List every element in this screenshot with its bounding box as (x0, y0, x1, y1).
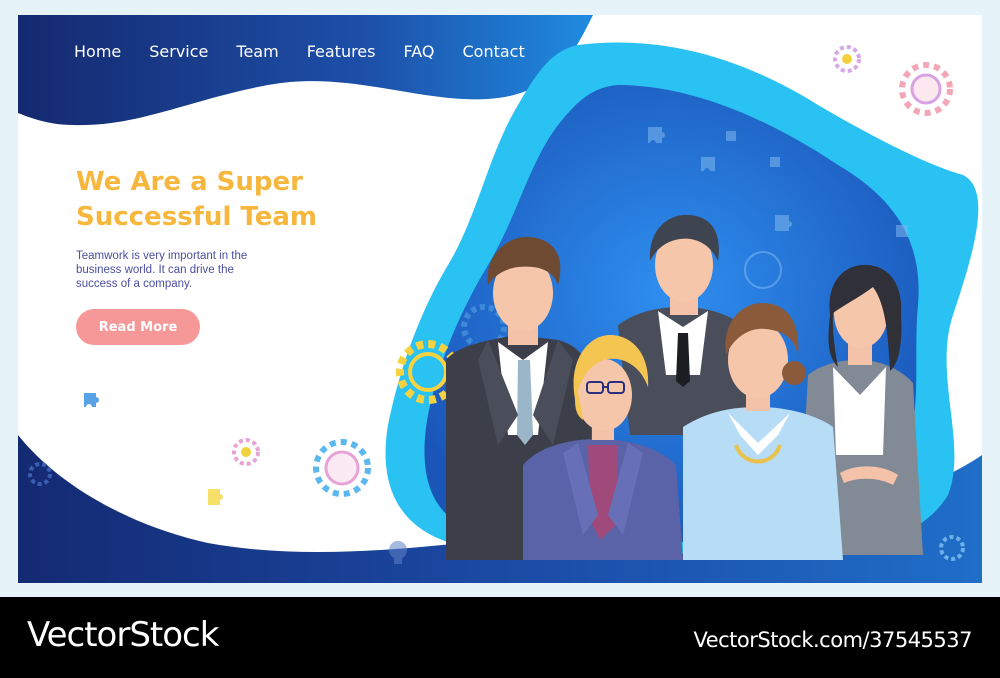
gear-icon (313, 439, 371, 497)
nav-faq[interactable]: FAQ (403, 42, 434, 61)
stock-id: VectorStock.com/37545537 (693, 628, 972, 652)
gear-icon (833, 45, 861, 73)
header-wave (18, 15, 593, 126)
hero-description: Teamwork is very important in the busine… (76, 249, 276, 291)
read-more-button[interactable]: Read More (76, 309, 200, 345)
nav-home[interactable]: Home (74, 42, 121, 61)
nav-team[interactable]: Team (236, 42, 278, 61)
vectorstock-logo: VectorStock (27, 615, 219, 655)
puzzle-piece-icon (770, 157, 780, 167)
hero-title-line1: We Are a Super (76, 167, 303, 197)
background-illustration (18, 15, 982, 583)
gear-icon (899, 62, 953, 116)
puzzle-piece-icon (84, 393, 99, 407)
hero-description-line2: business world. It can drive the (76, 264, 234, 276)
hero-title-line2: Successful Team (76, 202, 317, 232)
puzzle-piece-icon (208, 489, 223, 505)
hero-description-line3: success of a company. (76, 278, 193, 290)
puzzle-piece-icon (726, 131, 736, 141)
nav-contact[interactable]: Contact (462, 42, 524, 61)
hero-description-line1: Teamwork is very important in the (76, 250, 248, 262)
watermark-footer: VectorStock VectorStock.com/37545537 (0, 597, 1000, 678)
nav-features[interactable]: Features (307, 42, 376, 61)
nav-service[interactable]: Service (149, 42, 208, 61)
puzzle-piece-icon (896, 225, 908, 237)
landing-page: Home Service Team Features FAQ Contact W… (18, 15, 982, 583)
hero-title: We Are a Super Successful Team (76, 165, 396, 235)
gear-icon (232, 438, 260, 466)
top-navigation: Home Service Team Features FAQ Contact (74, 42, 553, 61)
